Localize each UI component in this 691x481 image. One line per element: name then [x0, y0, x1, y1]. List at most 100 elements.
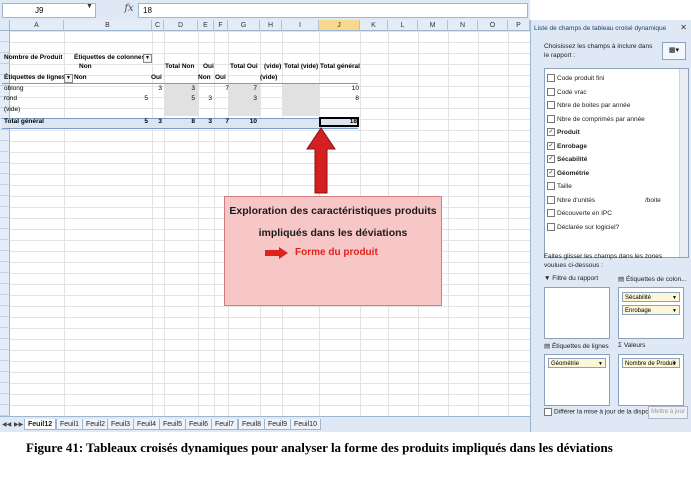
column-labels-zone[interactable]: Sécabilité ▼ Enrobage ▼: [618, 287, 684, 339]
row-header[interactable]: [0, 240, 10, 251]
row-header[interactable]: [0, 218, 10, 229]
update-button[interactable]: Mettre à jour: [648, 406, 688, 419]
row-header[interactable]: [0, 130, 10, 141]
field-item[interactable]: ✓ Géométrie: [547, 168, 589, 180]
column-header-o[interactable]: O: [478, 20, 508, 31]
column-labels-filter-icon[interactable]: ▼: [143, 54, 152, 63]
column-header-j[interactable]: J: [319, 20, 360, 31]
row-header[interactable]: [0, 152, 10, 163]
field-item[interactable]: ✓ Produit: [547, 127, 580, 139]
sheet-tab[interactable]: Feuil4: [133, 419, 161, 430]
sheet-tab[interactable]: Feuil7: [211, 419, 239, 430]
column-header-e[interactable]: E: [198, 20, 214, 31]
checkbox-icon[interactable]: [547, 195, 555, 204]
column-header-b[interactable]: B: [64, 20, 152, 31]
row-header[interactable]: [0, 405, 10, 416]
row-header[interactable]: [0, 207, 10, 218]
name-box[interactable]: J9: [2, 3, 96, 18]
zone-item-enrobage[interactable]: Enrobage ▼: [622, 305, 680, 315]
sheet-tab[interactable]: Feuil8: [238, 419, 266, 430]
checked-checkbox-icon[interactable]: ✓: [547, 168, 555, 177]
row-header[interactable]: [0, 284, 10, 295]
row-header[interactable]: [0, 229, 10, 240]
column-header-i[interactable]: I: [282, 20, 319, 31]
insert-function-icon[interactable]: fx: [122, 2, 136, 16]
checkbox-icon[interactable]: [547, 209, 555, 218]
row-header[interactable]: [0, 361, 10, 372]
checkbox-icon[interactable]: [547, 182, 555, 191]
column-header-g[interactable]: G: [228, 20, 260, 31]
zone-item-geometrie[interactable]: Géométrie ▼: [548, 358, 606, 368]
column-header-k[interactable]: K: [360, 20, 388, 31]
column-header-m[interactable]: M: [418, 20, 448, 31]
row-header[interactable]: [0, 350, 10, 361]
row-header[interactable]: [0, 42, 10, 53]
next-sheet-icon[interactable]: ▶▶: [14, 421, 23, 428]
row-header[interactable]: [0, 306, 10, 317]
column-header-c[interactable]: C: [152, 20, 164, 31]
row-header[interactable]: [0, 372, 10, 383]
values-zone[interactable]: Nombre de Produit ▼: [618, 354, 684, 406]
row-header[interactable]: [0, 317, 10, 328]
checkbox-icon[interactable]: [547, 74, 555, 83]
checked-checkbox-icon[interactable]: ✓: [547, 155, 555, 164]
sheet-tab[interactable]: Feuil5: [159, 419, 187, 430]
column-header-l[interactable]: L: [388, 20, 418, 31]
checkbox-icon[interactable]: [547, 101, 555, 110]
field-item[interactable]: Nbre de comprimés par année: [547, 114, 645, 126]
field-item[interactable]: Code produit fini: [547, 73, 604, 85]
formula-input[interactable]: 18: [138, 3, 528, 18]
layout-options-button[interactable]: ▦▾: [662, 42, 686, 60]
checked-checkbox-icon[interactable]: ✓: [547, 128, 555, 137]
row-labels-zone[interactable]: Géométrie ▼: [544, 354, 610, 406]
column-header-f[interactable]: F: [214, 20, 228, 31]
field-item[interactable]: Taille: [547, 181, 572, 193]
name-box-dropdown-icon[interactable]: ▼: [86, 3, 93, 10]
first-sheet-icon[interactable]: ◀◀: [2, 421, 11, 428]
sheet-tab[interactable]: Feuil12: [24, 419, 57, 430]
sheet-tab[interactable]: Feuil1: [56, 419, 84, 430]
sheet-tab[interactable]: Feuil6: [185, 419, 213, 430]
row-header[interactable]: [0, 328, 10, 339]
zone-item-nombre-produit[interactable]: Nombre de Produit ▼: [622, 358, 680, 368]
column-header-d[interactable]: D: [164, 20, 198, 31]
select-all-corner[interactable]: [0, 20, 10, 31]
row-labels-filter-icon[interactable]: ▼: [64, 74, 73, 83]
field-item[interactable]: ✓ Enrobage: [547, 141, 587, 153]
row-header[interactable]: [0, 185, 10, 196]
sheet-tab[interactable]: Feuil3: [107, 419, 135, 430]
column-header-n[interactable]: N: [448, 20, 478, 31]
checked-checkbox-icon[interactable]: ✓: [547, 141, 555, 150]
row-header[interactable]: [0, 262, 10, 273]
sheet-tab[interactable]: Feuil10: [290, 419, 321, 430]
column-header-p[interactable]: P: [508, 20, 530, 31]
row-header[interactable]: [0, 295, 10, 306]
field-item[interactable]: Nbre d'unités/boite: [547, 195, 661, 207]
checkbox-icon[interactable]: [547, 222, 555, 231]
row-header[interactable]: [0, 163, 10, 174]
checkbox-icon[interactable]: [547, 114, 555, 123]
field-item[interactable]: Découverte en IPC: [547, 208, 612, 220]
row-header[interactable]: [0, 251, 10, 262]
row-header[interactable]: [0, 31, 10, 42]
row-header[interactable]: [0, 174, 10, 185]
row-header[interactable]: [0, 394, 10, 405]
row-header[interactable]: [0, 196, 10, 207]
row-header[interactable]: [0, 273, 10, 284]
field-item[interactable]: Code vrac: [547, 87, 587, 99]
checkbox-icon[interactable]: [547, 87, 555, 96]
field-item[interactable]: ✓ Sécabilité: [547, 154, 587, 166]
column-header-a[interactable]: A: [10, 20, 64, 31]
field-item[interactable]: Déclarée sur logiciel?: [547, 222, 619, 234]
zone-item-secabilite[interactable]: Sécabilité ▼: [622, 292, 680, 302]
row-header[interactable]: [0, 383, 10, 394]
column-header-h[interactable]: H: [260, 20, 282, 31]
defer-update-checkbox[interactable]: Différer la mise à jour de la dispo...: [544, 408, 654, 416]
sheet-tab[interactable]: Feuil2: [82, 419, 110, 430]
sheet-tab[interactable]: Feuil9: [264, 419, 292, 430]
field-list-scrollbar[interactable]: [679, 69, 688, 257]
field-item[interactable]: Nbre de boites par année: [547, 100, 630, 112]
row-header[interactable]: [0, 339, 10, 350]
report-filter-zone[interactable]: [544, 287, 610, 339]
row-header[interactable]: [0, 141, 10, 152]
